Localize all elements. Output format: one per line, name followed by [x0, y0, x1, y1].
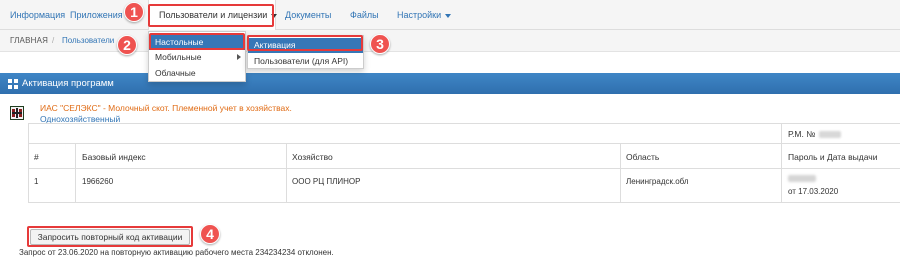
panel-title: Активация программ	[22, 78, 114, 89]
redacted-value	[819, 131, 842, 139]
annotation-badge-3: 3	[370, 34, 390, 54]
redacted-password	[788, 175, 816, 182]
program-name[interactable]: ИАС "СЕЛЭКС" - Молочный скот. Племенной …	[40, 103, 292, 113]
caret-down-icon	[445, 13, 452, 18]
annotation-badge-4: 4	[200, 224, 220, 244]
header-region: Область	[626, 152, 660, 162]
header-num: #	[34, 152, 39, 162]
nav-item-files[interactable]: Файлы	[350, 0, 379, 30]
chevron-right-icon	[237, 54, 241, 60]
rm-number-text: Р.М. №	[788, 129, 816, 139]
breadcrumb-current[interactable]: Пользователи	[62, 30, 114, 52]
menu-item-mobile[interactable]: Мобильные	[149, 50, 245, 65]
nav-item-info[interactable]: Информация	[10, 0, 65, 30]
panel-header: Активация программ	[0, 73, 900, 94]
row-base-index: 1966260	[82, 177, 114, 186]
activation-table: Р.М. № # Базовый индекс Хозяйство Област…	[28, 123, 900, 203]
menu-item-mobile-label: Мобильные	[155, 52, 202, 62]
breadcrumb-home[interactable]: ГЛАВНАЯ	[10, 30, 48, 52]
annotation-box-3	[247, 35, 363, 51]
annotation-box-2	[149, 33, 245, 50]
nav-item-settings-label: Настройки	[397, 10, 442, 20]
grid-icon	[8, 79, 18, 89]
nav-item-settings[interactable]: Настройки	[397, 0, 452, 30]
program-logo-icon	[10, 106, 24, 120]
header-base-index: Базовый индекс	[82, 152, 146, 162]
annotation-box-4	[27, 226, 193, 247]
row-issued-date: от 17.03.2020	[788, 187, 839, 196]
header-password-date: Пароль и Дата выдачи	[788, 152, 878, 162]
annotation-badge-1: 1	[124, 2, 144, 22]
annotation-badge-2: 2	[117, 35, 137, 55]
menu-item-cloud[interactable]: Облачные	[149, 66, 245, 81]
annotation-box-1	[148, 4, 274, 27]
rm-number-label: Р.М. №	[788, 129, 842, 139]
status-message: Запрос от 23.06.2020 на повторную актива…	[19, 248, 334, 257]
menu-item-api-users[interactable]: Пользователи (для API)	[248, 54, 363, 69]
breadcrumb-separator: /	[52, 36, 55, 45]
row-num: 1	[34, 177, 39, 186]
nav-item-documents[interactable]: Документы	[285, 0, 331, 30]
header-farm: Хозяйство	[292, 152, 333, 162]
row-region: Ленинградск.обл	[626, 177, 689, 186]
nav-item-apps[interactable]: Приложения	[70, 0, 123, 30]
row-farm: ООО РЦ ПЛИНОР	[292, 177, 361, 186]
